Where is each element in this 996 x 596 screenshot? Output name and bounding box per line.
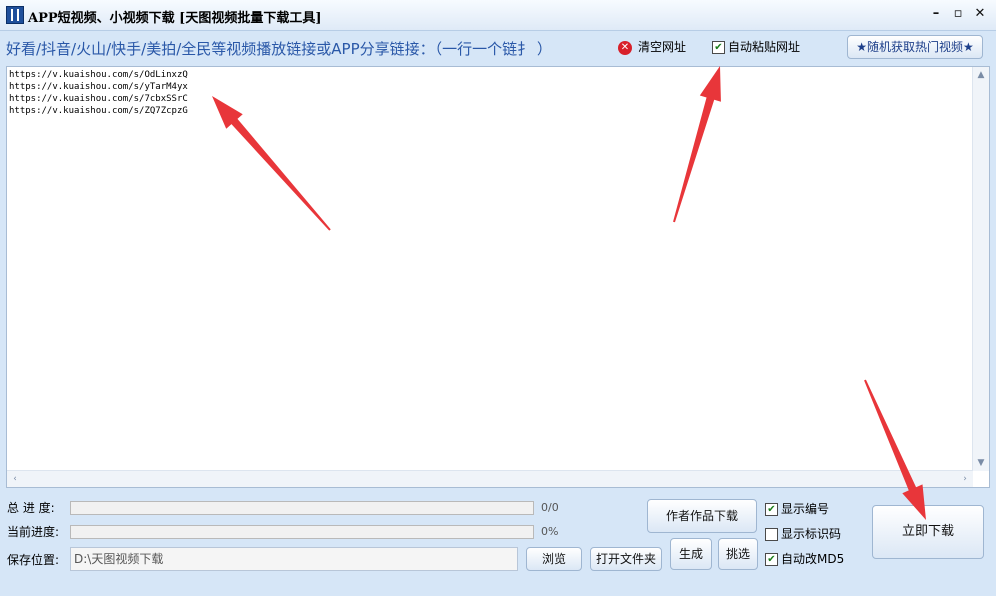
url-line: https://v.kuaishou.com/s/yTarM4yx	[9, 82, 188, 92]
auto-md5-check-icon: ✔	[765, 553, 778, 566]
auto-paste-checkbox[interactable]: ✔ 自动粘贴网址	[712, 39, 800, 55]
clear-urls-button[interactable]: ✕ 清空网址	[618, 38, 686, 56]
show-number-label: 显示编号	[781, 502, 830, 516]
save-location-label: 保存位置:	[7, 553, 60, 567]
show-mark-checkbox[interactable]: 显示标识码	[765, 526, 841, 542]
current-progress-bar	[70, 525, 534, 539]
scroll-up-icon[interactable]: ▲	[973, 67, 989, 83]
scroll-right-icon[interactable]: ›	[957, 471, 973, 487]
generate-button[interactable]: 生成	[670, 538, 712, 570]
app-icon	[6, 6, 24, 24]
auto-paste-label: 自动粘贴网址	[728, 40, 801, 54]
open-folder-button[interactable]: 打开文件夹	[590, 547, 662, 571]
url-line: https://v.kuaishou.com/s/7cbxSSrC	[9, 94, 188, 104]
auto-md5-checkbox[interactable]: ✔ 自动改MD5	[765, 551, 844, 567]
show-mark-check-icon	[765, 528, 778, 541]
horizontal-scrollbar[interactable]: ‹ ›	[7, 470, 973, 487]
scroll-down-icon[interactable]: ▼	[973, 455, 989, 471]
url-line: https://v.kuaishou.com/s/ZQ7ZcpzG	[9, 106, 188, 116]
url-textarea[interactable]: https://v.kuaishou.com/s/OdLinxzQ https:/…	[6, 66, 990, 488]
browse-button[interactable]: 浏览	[526, 547, 582, 571]
minimize-button[interactable]: –	[928, 6, 944, 22]
download-now-button[interactable]: 立即下载	[872, 505, 984, 559]
author-works-download-button[interactable]: 作者作品下载	[647, 499, 757, 533]
auto-md5-label: 自动改MD5	[781, 552, 845, 566]
vertical-scrollbar[interactable]: ▲ ▼	[972, 67, 989, 471]
show-mark-label: 显示标识码	[781, 527, 842, 541]
total-progress-bar	[70, 501, 534, 515]
show-number-checkbox[interactable]: ✔ 显示编号	[765, 501, 829, 517]
total-progress-label: 总 进 度:	[7, 501, 55, 515]
auto-paste-check-icon: ✔	[712, 41, 725, 54]
show-number-check-icon: ✔	[765, 503, 778, 516]
url-line: https://v.kuaishou.com/s/OdLinxzQ	[9, 70, 188, 80]
title-bar: APP短视频、小视频下载 [天图视频批量下载工具] – ▫ ✕	[0, 0, 996, 31]
maximize-button[interactable]: ▫	[950, 6, 966, 22]
current-progress-text: 0%	[541, 525, 559, 538]
current-progress-label: 当前进度:	[7, 525, 60, 539]
url-list: https://v.kuaishou.com/s/OdLinxzQ https:/…	[9, 69, 188, 117]
url-input-hint: 好看/抖音/火山/快手/美拍/全民等视频播放链接或APP分享链接：（一行一个链扌…	[6, 40, 552, 58]
save-path-field[interactable]: D:\天图视频下载	[70, 547, 518, 571]
close-button[interactable]: ✕	[972, 6, 988, 22]
pick-button[interactable]: 挑选	[718, 538, 758, 570]
clear-urls-label: 清空网址	[638, 40, 687, 54]
clear-icon: ✕	[618, 40, 632, 55]
window-title: APP短视频、小视频下载 [天图视频批量下载工具]	[28, 11, 322, 26]
total-progress-text: 0/0	[541, 501, 559, 514]
random-hot-videos-button[interactable]: ★随机获取热门视频★	[847, 35, 983, 59]
scroll-left-icon[interactable]: ‹	[7, 471, 23, 487]
